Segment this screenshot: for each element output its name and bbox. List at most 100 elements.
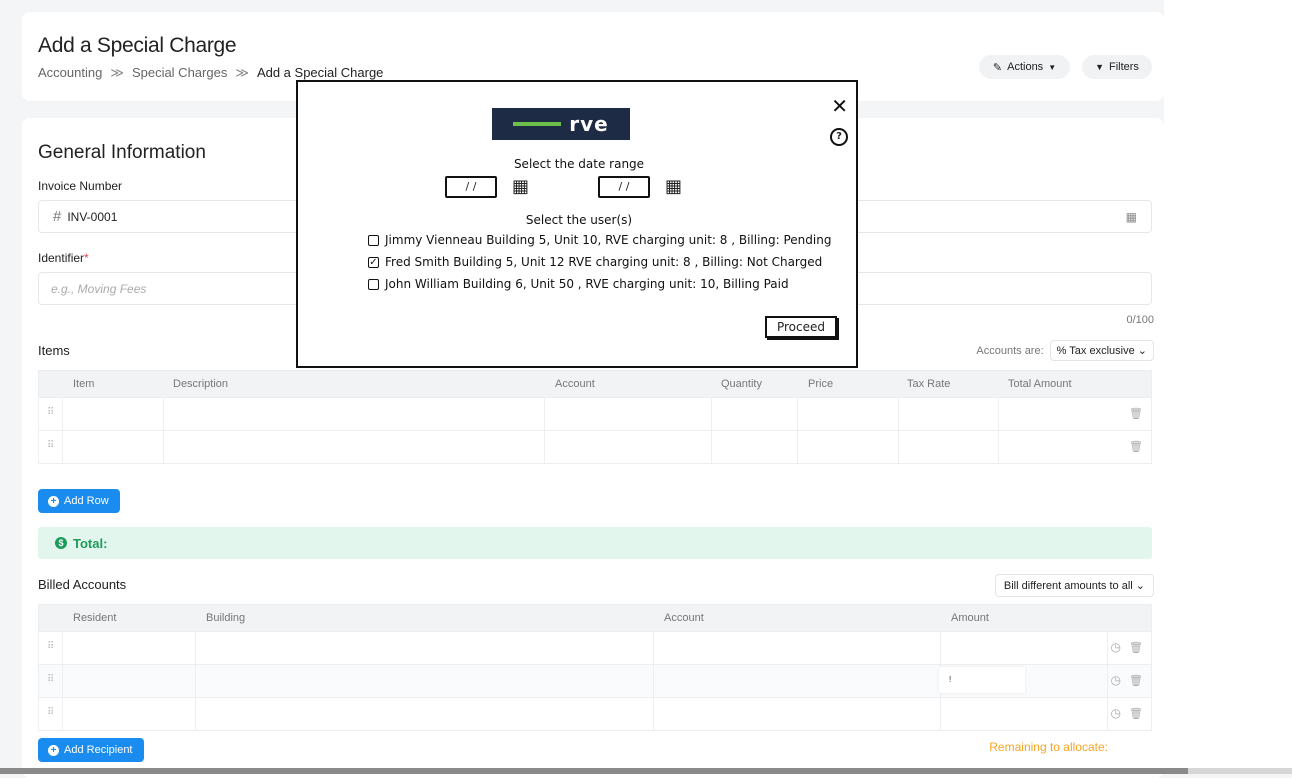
items-table-header: Item Description Account Quantity Price … xyxy=(39,371,1151,397)
end-date-input[interactable]: / / xyxy=(598,176,650,198)
breadcrumb-accounting[interactable]: Accounting xyxy=(38,65,102,80)
drag-handle-icon[interactable]: ⠿ xyxy=(47,641,54,652)
user-option-text: John William Building 6, Unit 50 , RVE c… xyxy=(385,277,789,291)
plus-icon: + xyxy=(48,495,59,507)
trash-icon[interactable]: 🗑 xyxy=(1129,707,1143,720)
user-option-john[interactable]: John William Building 6, Unit 50 , RVE c… xyxy=(368,277,789,291)
user-option-text: Fred Smith Building 5, Unit 12 RVE charg… xyxy=(385,255,823,269)
breadcrumb-current: Add a Special Charge xyxy=(256,65,384,80)
date-range-label: Select the date range xyxy=(513,157,645,171)
trash-icon[interactable]: 🗑 xyxy=(1129,641,1143,654)
add-row-button[interactable]: + Add Row xyxy=(38,489,120,513)
calendar-icon[interactable]: ▦ xyxy=(665,176,682,198)
table-row[interactable]: ⠿ ◷ 🗑 xyxy=(39,631,1151,664)
accounts-are-label: Accounts are: xyxy=(976,344,1044,357)
logo-text: rve xyxy=(569,112,609,136)
tax-mode-select[interactable]: % Tax exclusive ⌄ xyxy=(1049,340,1154,361)
user-selection-modal: rve ✕ ? Select the date range / / ▦ / / … xyxy=(296,80,858,368)
invoice-number-label: Invoice Number xyxy=(38,179,123,193)
col-description: Description xyxy=(173,378,229,390)
drag-handle-icon[interactable]: ⠿ xyxy=(47,674,54,685)
required-marker: * xyxy=(84,251,89,265)
col-amount: Amount xyxy=(951,612,989,624)
chevron-down-icon: ⌄ xyxy=(1135,580,1145,592)
calendar-icon[interactable]: ▦ xyxy=(1126,210,1137,224)
col-building: Building xyxy=(206,612,246,624)
clock-icon[interactable]: ◷ xyxy=(1111,673,1121,687)
actions-label: Actions xyxy=(1007,61,1044,73)
col-total-amount: Total Amount xyxy=(1008,378,1072,390)
caret-down-icon: ▼ xyxy=(1048,62,1057,72)
add-recipient-button[interactable]: + Add Recipient xyxy=(38,738,144,762)
breadcrumb-separator: ≫ xyxy=(235,65,249,80)
close-icon[interactable]: ✕ xyxy=(831,94,848,118)
identifier-label: Identifier* xyxy=(38,251,89,265)
right-gutter xyxy=(1164,0,1292,774)
table-row[interactable]: ⠿ ! ◷ 🗑 xyxy=(39,664,1151,697)
col-item: Item xyxy=(73,378,95,390)
start-date-input[interactable]: / / xyxy=(445,176,497,198)
col-account: Account xyxy=(664,612,704,624)
breadcrumb-separator: ≫ xyxy=(110,65,124,80)
proceed-button[interactable]: Proceed xyxy=(765,316,837,338)
scrollbar-thumb[interactable] xyxy=(1188,768,1292,774)
rve-logo: rve xyxy=(492,108,630,140)
calendar-icon[interactable]: ▦ xyxy=(512,176,529,198)
billed-table-header: Resident Building Account Amount xyxy=(39,605,1151,631)
bottom-scrollbar[interactable] xyxy=(0,768,1292,774)
bill-mode-select[interactable]: Bill different amounts to all ⌄ xyxy=(994,574,1154,597)
user-option-text: Jimmy Vienneau Building 5, Unit 10, RVE … xyxy=(385,233,832,247)
user-option-fred[interactable]: ✓ Fred Smith Building 5, Unit 12 RVE cha… xyxy=(368,255,822,269)
table-row[interactable]: ⠿ 🗑 xyxy=(39,430,1151,463)
col-account: Account xyxy=(555,378,595,390)
user-option-jimmy[interactable]: Jimmy Vienneau Building 5, Unit 10, RVE … xyxy=(368,233,831,247)
table-row[interactable]: ⠿ ◷ 🗑 xyxy=(39,697,1151,730)
identifier-label-text: Identifier xyxy=(38,251,85,265)
tax-mode-value: Tax exclusive xyxy=(1069,345,1135,357)
col-quantity: Quantity xyxy=(721,378,762,390)
trash-icon[interactable]: 🗑 xyxy=(1129,674,1143,687)
drag-handle-icon[interactable]: ⠿ xyxy=(47,407,54,418)
dollar-icon: $ xyxy=(55,537,67,549)
funnel-icon: ▼ xyxy=(1095,62,1104,72)
items-table: Item Description Account Quantity Price … xyxy=(38,370,1152,464)
col-resident: Resident xyxy=(73,612,117,624)
col-tax-rate: Tax Rate xyxy=(907,378,951,390)
general-info-title: General Information xyxy=(38,142,206,163)
trash-icon[interactable]: 🗑 xyxy=(1129,440,1143,453)
clock-icon[interactable]: ◷ xyxy=(1111,706,1121,720)
identifier-placeholder: e.g., Moving Fees xyxy=(51,281,147,296)
chevron-down-icon: ⌄ xyxy=(1137,345,1147,357)
add-recipient-label: Add Recipient xyxy=(64,744,133,756)
clock-icon[interactable]: ◷ xyxy=(1111,640,1121,654)
remaining-to-allocate: Remaining to allocate: xyxy=(989,740,1108,754)
identifier-char-counter: 0/100 xyxy=(1126,314,1154,326)
filters-label: Filters xyxy=(1108,61,1139,73)
checkbox-checked[interactable]: ✓ xyxy=(368,256,379,268)
items-title: Items xyxy=(38,343,70,358)
add-row-label: Add Row xyxy=(64,495,109,507)
select-users-label: Select the user(s) xyxy=(525,213,633,227)
billed-accounts-title: Billed Accounts xyxy=(38,577,127,592)
drag-handle-icon[interactable]: ⠿ xyxy=(47,707,54,718)
amount-input[interactable]: ! xyxy=(939,667,1025,693)
col-price: Price xyxy=(808,378,834,390)
actions-button[interactable]: ✎ Actions ▼ xyxy=(979,55,1070,79)
invoice-number-value: INV-0001 xyxy=(67,209,118,224)
breadcrumb: Accounting ≫ Special Charges ≫ Add a Special… xyxy=(38,65,383,81)
hash-icon: # xyxy=(53,208,62,225)
amount-value: ! xyxy=(949,675,952,684)
bill-mode-value: Bill different amounts to all xyxy=(1003,580,1133,592)
trash-icon[interactable]: 🗑 xyxy=(1129,407,1143,420)
breadcrumb-special-charges[interactable]: Special Charges xyxy=(132,65,227,80)
billed-accounts-table: Resident Building Account Amount ⠿ ◷ 🗑 ⠿… xyxy=(38,604,1152,731)
accounts-are: Accounts are: % Tax exclusive ⌄ xyxy=(976,340,1154,361)
percent-icon: % xyxy=(1056,345,1067,357)
checkbox-unchecked[interactable] xyxy=(368,234,379,246)
drag-handle-icon[interactable]: ⠿ xyxy=(47,440,54,451)
checkbox-unchecked[interactable] xyxy=(368,278,379,290)
logo-bar xyxy=(513,122,562,126)
table-row[interactable]: ⠿ 🗑 xyxy=(39,397,1151,430)
help-icon[interactable]: ? xyxy=(830,128,848,146)
filters-button[interactable]: ▼ Filters xyxy=(1082,55,1152,79)
